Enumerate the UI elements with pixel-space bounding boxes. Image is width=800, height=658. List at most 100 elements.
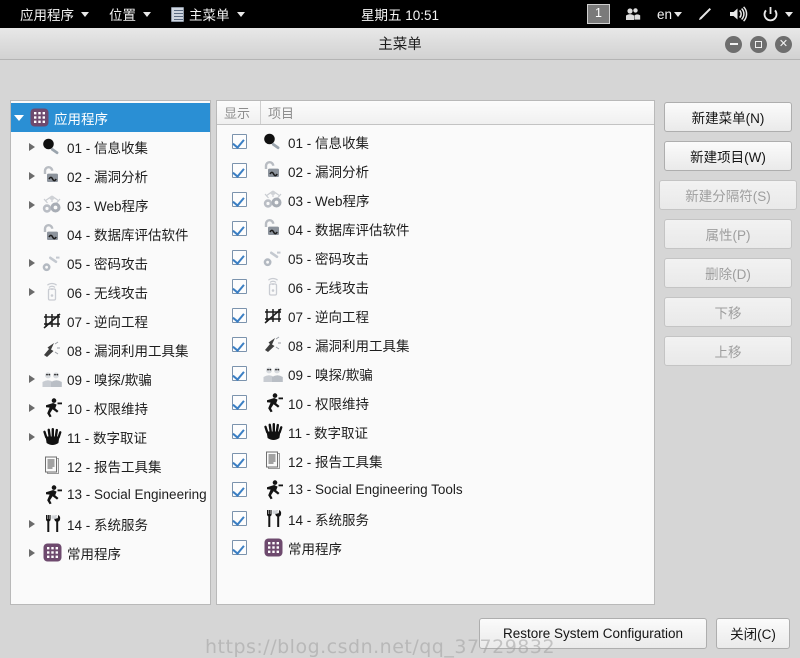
show-checkbox-cell[interactable] bbox=[217, 511, 261, 526]
show-checkbox-cell[interactable] bbox=[217, 163, 261, 178]
table-row[interactable]: 11 - 数字取证 bbox=[217, 417, 654, 446]
tree-row[interactable]: 05 - 密码攻击 bbox=[11, 248, 210, 277]
show-checkbox-cell[interactable] bbox=[217, 279, 261, 294]
show-checkbox[interactable] bbox=[231, 337, 247, 352]
show-checkbox[interactable] bbox=[231, 482, 247, 497]
show-checkbox[interactable] bbox=[231, 221, 247, 236]
running-man-icon bbox=[261, 479, 285, 501]
table-row[interactable]: 10 - 权限维持 bbox=[217, 388, 654, 417]
show-checkbox-cell[interactable] bbox=[217, 424, 261, 439]
tree-row[interactable]: 常用程序 bbox=[11, 538, 210, 567]
tree-expander-closed[interactable] bbox=[24, 258, 40, 267]
show-checkbox[interactable] bbox=[231, 453, 247, 468]
tree-row[interactable]: 12 - 报告工具集 bbox=[11, 451, 210, 480]
tree-row[interactable]: 01 - 信息收集 bbox=[11, 132, 210, 161]
menu-applications[interactable]: 应用程序 bbox=[10, 0, 99, 28]
show-checkbox-cell[interactable] bbox=[217, 453, 261, 468]
show-checkbox[interactable] bbox=[231, 134, 247, 149]
documents-icon bbox=[261, 450, 285, 472]
pen-icon[interactable] bbox=[689, 0, 721, 28]
table-row[interactable]: 09 - 嗅探/欺骗 bbox=[217, 359, 654, 388]
menu-main-menu[interactable]: 主菜单 bbox=[161, 0, 255, 28]
keyboard-layout-indicator[interactable]: en bbox=[650, 0, 689, 28]
key-icon bbox=[40, 252, 64, 274]
table-row[interactable]: 06 - 无线攻击 bbox=[217, 272, 654, 301]
maximize-icon[interactable] bbox=[750, 35, 767, 53]
tree-expander-closed[interactable] bbox=[24, 403, 40, 412]
restore-system-configuration-button[interactable]: Restore System Configuration bbox=[479, 617, 707, 649]
tree-row[interactable]: 10 - 权限维持 bbox=[11, 393, 210, 422]
chevron-down-icon bbox=[143, 11, 151, 17]
menu-items-pane[interactable]: 显示 项目 01 - 信息收集 02 - 漏洞分析 03 - Web程序 04 … bbox=[216, 100, 655, 605]
table-row[interactable]: 04 - 数据库评估软件 bbox=[217, 214, 654, 243]
show-checkbox[interactable] bbox=[231, 395, 247, 410]
show-checkbox-cell[interactable] bbox=[217, 134, 261, 149]
menu-tree-pane[interactable]: 应用程序 01 - 信息收集 02 - 漏洞分析 03 - Web程序 04 -… bbox=[10, 100, 211, 605]
open-hand-icon bbox=[40, 426, 64, 448]
table-row[interactable]: 12 - 报告工具集 bbox=[217, 446, 654, 475]
table-row[interactable]: 02 - 漏洞分析 bbox=[217, 156, 654, 185]
workspace-indicator[interactable]: 1 bbox=[587, 4, 610, 24]
tree-row[interactable]: 04 - 数据库评估软件 bbox=[11, 219, 210, 248]
show-checkbox-cell[interactable] bbox=[217, 395, 261, 410]
table-row[interactable]: 14 - 系统服务 bbox=[217, 504, 654, 533]
show-checkbox-cell[interactable] bbox=[217, 366, 261, 381]
tree-row[interactable]: 11 - 数字取证 bbox=[11, 422, 210, 451]
close-button[interactable]: 关闭(C) bbox=[716, 617, 790, 649]
show-checkbox[interactable] bbox=[231, 279, 247, 294]
action-button[interactable]: 新建菜单(N) bbox=[664, 102, 792, 132]
menu-places[interactable]: 位置 bbox=[99, 0, 161, 28]
tree-row[interactable]: 03 - Web程序 bbox=[11, 190, 210, 219]
table-row[interactable]: 07 - 逆向工程 bbox=[217, 301, 654, 330]
show-checkbox[interactable] bbox=[231, 250, 247, 265]
show-checkbox[interactable] bbox=[231, 511, 247, 526]
key-icon bbox=[261, 247, 285, 269]
column-header-show[interactable]: 显示 bbox=[217, 101, 261, 124]
tree-expander-open[interactable] bbox=[11, 114, 27, 121]
tree-row[interactable]: 07 - 逆向工程 bbox=[11, 306, 210, 335]
show-checkbox[interactable] bbox=[231, 424, 247, 439]
tree-expander-closed[interactable] bbox=[24, 548, 40, 557]
tree-row[interactable]: 09 - 嗅探/欺骗 bbox=[11, 364, 210, 393]
table-row[interactable]: 05 - 密码攻击 bbox=[217, 243, 654, 272]
show-checkbox[interactable] bbox=[231, 366, 247, 381]
show-checkbox[interactable] bbox=[231, 540, 247, 555]
show-checkbox-cell[interactable] bbox=[217, 308, 261, 323]
tree-expander-closed[interactable] bbox=[24, 432, 40, 441]
tree-expander-closed[interactable] bbox=[24, 171, 40, 180]
video-camera-icon[interactable] bbox=[618, 0, 650, 28]
tree-expander-closed[interactable] bbox=[24, 200, 40, 209]
show-checkbox-cell[interactable] bbox=[217, 250, 261, 265]
table-row[interactable]: 13 - Social Engineering Tools bbox=[217, 475, 654, 504]
show-checkbox[interactable] bbox=[231, 308, 247, 323]
table-row[interactable]: 01 - 信息收集 bbox=[217, 127, 654, 156]
tree-expander-closed[interactable] bbox=[24, 519, 40, 528]
tree-expander-closed[interactable] bbox=[24, 287, 40, 296]
tree-row[interactable]: 08 - 漏洞利用工具集 bbox=[11, 335, 210, 364]
show-checkbox-cell[interactable] bbox=[217, 192, 261, 207]
table-row[interactable]: 03 - Web程序 bbox=[217, 185, 654, 214]
gears-bug-icon bbox=[261, 305, 285, 327]
close-icon[interactable]: ✕ bbox=[775, 35, 792, 53]
tree-row[interactable]: 02 - 漏洞分析 bbox=[11, 161, 210, 190]
tree-row[interactable]: 13 - Social Engineering Tools bbox=[11, 480, 210, 509]
table-row[interactable]: 08 - 漏洞利用工具集 bbox=[217, 330, 654, 359]
show-checkbox[interactable] bbox=[231, 163, 247, 178]
show-checkbox-cell[interactable] bbox=[217, 221, 261, 236]
show-checkbox-cell[interactable] bbox=[217, 540, 261, 555]
column-header-item[interactable]: 项目 bbox=[261, 101, 654, 124]
tree-row[interactable]: 06 - 无线攻击 bbox=[11, 277, 210, 306]
show-checkbox-cell[interactable] bbox=[217, 337, 261, 352]
window-titlebar[interactable]: 主菜单 ✕ bbox=[0, 28, 800, 60]
tree-expander-closed[interactable] bbox=[24, 142, 40, 151]
minimize-icon[interactable] bbox=[725, 35, 742, 53]
action-button[interactable]: 新建项目(W) bbox=[664, 141, 792, 171]
speaker-icon[interactable] bbox=[721, 0, 755, 28]
tree-expander-closed[interactable] bbox=[24, 374, 40, 383]
tree-row-root[interactable]: 应用程序 bbox=[11, 103, 210, 132]
power-menu-button[interactable] bbox=[755, 0, 800, 28]
show-checkbox[interactable] bbox=[231, 192, 247, 207]
show-checkbox-cell[interactable] bbox=[217, 482, 261, 497]
tree-row[interactable]: 14 - 系统服务 bbox=[11, 509, 210, 538]
table-row[interactable]: 常用程序 bbox=[217, 533, 654, 562]
